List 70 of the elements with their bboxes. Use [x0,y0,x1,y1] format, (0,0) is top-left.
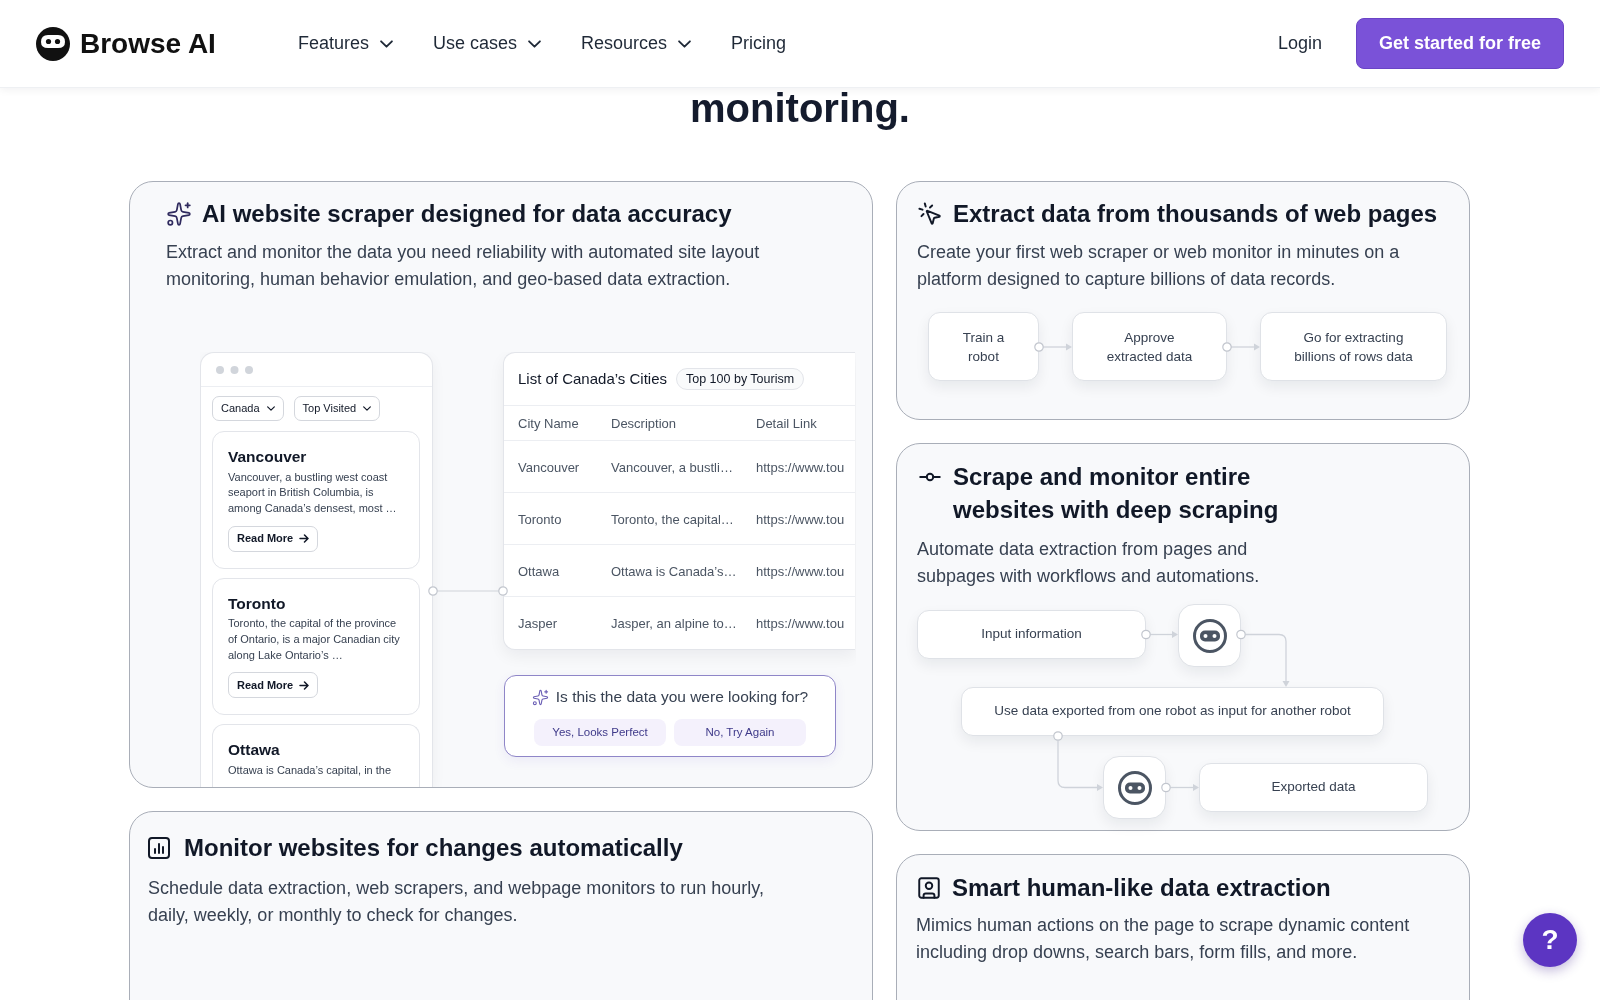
step-node: Go for extracting billions of rows data [1260,312,1447,381]
city-name: Vancouver [228,447,308,467]
table-cell: Vancouver [518,459,580,475]
step-node: Train a robot [928,312,1039,381]
login-link[interactable]: Login [1277,30,1322,57]
chevron-down-icon [363,406,372,411]
table-cell: https://www.tou [756,616,845,631]
arrow-right-icon [299,680,310,690]
feedback-button[interactable]: No, Try Again [674,719,806,746]
sparkles-icon [166,201,192,227]
section-heading: monitoring. [690,88,910,128]
card-description: Create your first web scraper or web monitor in minutes on a platform designed to capture billions of data records. [917,241,1401,291]
table-cell: Toronto [518,511,562,527]
filter-dropdown[interactable]: Top Visited [293,396,381,421]
connector-arrow [1034,341,1072,352]
robot-icon [1192,618,1227,653]
table-title: List of Canada’s Cities [518,368,667,389]
help-button[interactable]: ? [1523,913,1577,967]
feedback-question: Is this the data you were looking for? [555,687,809,707]
cursor-click-icon [917,201,943,227]
window-dots-icon [216,365,253,374]
city-description: Ottawa is Canada’s capital, in the [228,762,393,778]
table-cell: Vancouver, a bustli… [611,459,733,475]
sparkles-icon [531,688,549,706]
column-header: Detail Link [756,416,817,431]
card-description: Schedule data extraction, web scrapers, and webpage monitors to run hourly, daily, weekly, or monthly to check for changes. [148,877,766,927]
column-header: City Name [518,416,579,431]
table-cell: https://www.tou [756,511,845,527]
read-more-button[interactable]: Read More [228,525,319,552]
get-started-button[interactable]: Get started for free [1355,18,1564,69]
card-title: Monitor websites for changes automatically [184,833,683,863]
table-cell: Jasper [518,616,558,631]
connector-arrow [1222,341,1260,352]
city-name: Toronto [228,593,287,614]
feedback-button[interactable]: Yes, Looks Perfect [534,719,666,746]
table-cell: Ottawa is Canada’s… [611,563,737,579]
table-cell: https://www.tou [756,459,845,475]
card-title: Extract data from thousands of web pages [953,199,1438,229]
card-description: Automate data extraction from pages and subpages with workflows and automations. [917,538,1261,588]
filter-dropdown[interactable]: Canada [212,396,284,421]
table-cell: Jasper, an alpine to… [611,616,737,631]
table-tag: Top 100 by Tourism [675,368,805,390]
card-title: Scrape and monitor entire websites with deep scraping [953,462,1280,525]
card-description: Extract and monitor the data you need reliability with automated site layout monitoring, human behavior emulation, and geo-based data extraction. [166,241,761,291]
robot-icon [1117,770,1152,805]
table-cell: Ottawa [518,563,560,579]
flow-node: Exported data [1199,763,1428,812]
table-cell: https://www.tou [756,563,845,579]
logo-icon [36,26,70,61]
brand-logo-link[interactable]: Browse AI [36,22,216,65]
user-icon [916,875,942,901]
city-description: Vancouver, a bustling west coast seaport in British Columbia, is among Canada’s densest, most … [228,469,398,516]
arrow-right-icon [299,534,310,544]
chevron-down-icon [266,406,275,411]
flow-node: Use data exported from one robot as input for another robot [961,687,1384,736]
card-title: AI website scraper designed for data accuracy [202,199,732,229]
column-header: Description [611,416,677,431]
table-cell: Toronto, the capital… [611,511,734,527]
card-description: Mimics human actions on the page to scrape dynamic content including drop downs, search bars, form fills, and more. [916,914,1411,964]
nav-link[interactable]: Features [297,30,393,57]
nav-link[interactable]: Resources [581,30,692,57]
card-title: Smart human-like data extraction [952,873,1331,903]
city-description: Toronto, the capital of the province of Ontario, is a major Canadian city along Lake Ontario’s … [228,616,401,663]
nav-link[interactable]: Pricing [731,30,787,57]
nav-link[interactable]: Use cases [432,30,541,57]
flow-node: Input information [917,610,1146,659]
city-name: Ottawa [228,740,281,761]
bar-chart-icon [148,837,170,859]
read-more-button[interactable]: Read More [228,672,319,699]
step-node: Approve extracted data [1072,312,1227,381]
